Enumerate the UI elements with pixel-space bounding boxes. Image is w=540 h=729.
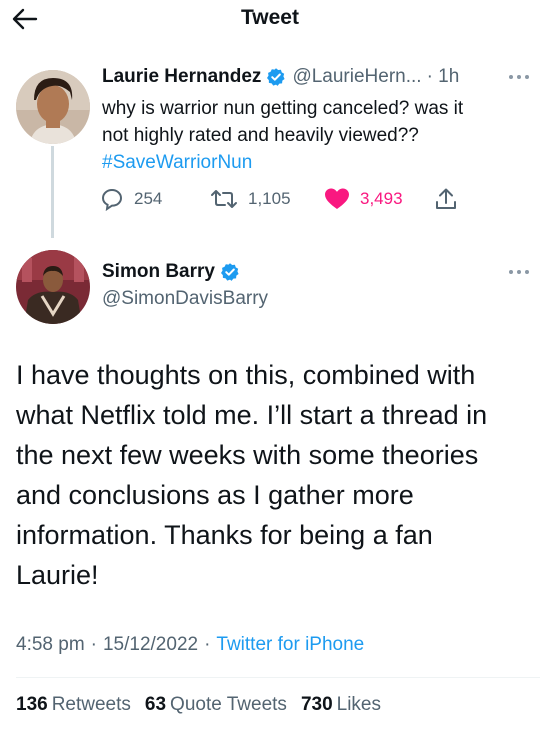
- reply-more-button[interactable]: [506, 68, 532, 86]
- profile-photo-icon: [16, 70, 90, 144]
- reply-timestamp[interactable]: · 1h: [427, 66, 460, 88]
- verified-badge-icon: [266, 67, 286, 87]
- avatar-laurie[interactable]: [16, 70, 90, 144]
- engagement-stats: 136 Retweets 63 Quote Tweets 730 Likes: [16, 694, 395, 716]
- reply-author-handle[interactable]: @LaurieHern...: [292, 66, 421, 88]
- reply-count: 254: [134, 189, 163, 208]
- share-button[interactable]: [435, 187, 467, 211]
- main-author-row: Simon Barry: [102, 261, 240, 283]
- likes-stat[interactable]: 730 Likes: [301, 694, 381, 716]
- verified-badge-icon: [220, 262, 240, 282]
- tweet-meta-row: 4:58 pm · 15/12/2022 · Twitter for iPhon…: [16, 634, 364, 656]
- likes-count: 730: [300, 694, 333, 715]
- top-bar: Tweet: [0, 0, 540, 40]
- main-author-name[interactable]: Simon Barry: [102, 261, 215, 283]
- reply-text-line-2: not highly rated and heavily viewed??: [102, 125, 419, 146]
- page-title: Tweet: [241, 6, 299, 29]
- reply-author-row: Laurie Hernandez @LaurieHern... · 1h: [102, 66, 459, 88]
- meta-separator: ·: [90, 634, 97, 655]
- retweet-count: 1,105: [248, 189, 291, 208]
- divider: [16, 677, 540, 678]
- retweet-button[interactable]: 1,105: [210, 187, 291, 211]
- tweet-source-link[interactable]: Twitter for iPhone: [216, 634, 364, 656]
- reply-author-name[interactable]: Laurie Hernandez: [102, 66, 261, 88]
- quote-tweets-stat[interactable]: 63 Quote Tweets: [145, 694, 287, 716]
- like-count: 3,493: [360, 189, 403, 208]
- quotes-count: 63: [144, 694, 167, 715]
- reply-action-bar: 254 1,105 3,493: [100, 185, 480, 215]
- heart-filled-icon: [325, 188, 349, 209]
- main-more-button[interactable]: [506, 263, 532, 281]
- more-dots-icon: [509, 75, 529, 79]
- hashtag-link[interactable]: #SaveWarriorNun: [102, 149, 522, 176]
- likes-label: Likes: [336, 694, 381, 715]
- retweet-icon: [211, 190, 237, 208]
- reply-button[interactable]: 254: [100, 187, 162, 211]
- like-button[interactable]: 3,493: [324, 187, 403, 211]
- retweets-count: 136: [16, 694, 48, 715]
- profile-photo-icon: [16, 250, 90, 324]
- tweet-time[interactable]: 4:58 pm: [16, 634, 85, 656]
- reply-text-line-1: why is warrior nun getting canceled? was…: [102, 98, 464, 119]
- retweets-label: Retweets: [51, 694, 131, 715]
- tweet-date[interactable]: 15/12/2022: [103, 634, 198, 656]
- reply-tweet-text: why is warrior nun getting canceled? was…: [102, 95, 522, 176]
- meta-separator: ·: [204, 634, 211, 655]
- share-icon: [436, 188, 456, 209]
- avatar-simon[interactable]: [16, 250, 90, 324]
- comment-icon: [101, 188, 123, 211]
- quotes-label: Quote Tweets: [170, 694, 287, 715]
- main-tweet-text: I have thoughts on this, combined with w…: [16, 360, 488, 590]
- more-dots-icon: [509, 270, 529, 274]
- thread-connector-line: [51, 146, 54, 238]
- main-author-handle[interactable]: @SimonDavisBarry: [102, 288, 268, 310]
- retweets-stat[interactable]: 136 Retweets: [16, 694, 131, 716]
